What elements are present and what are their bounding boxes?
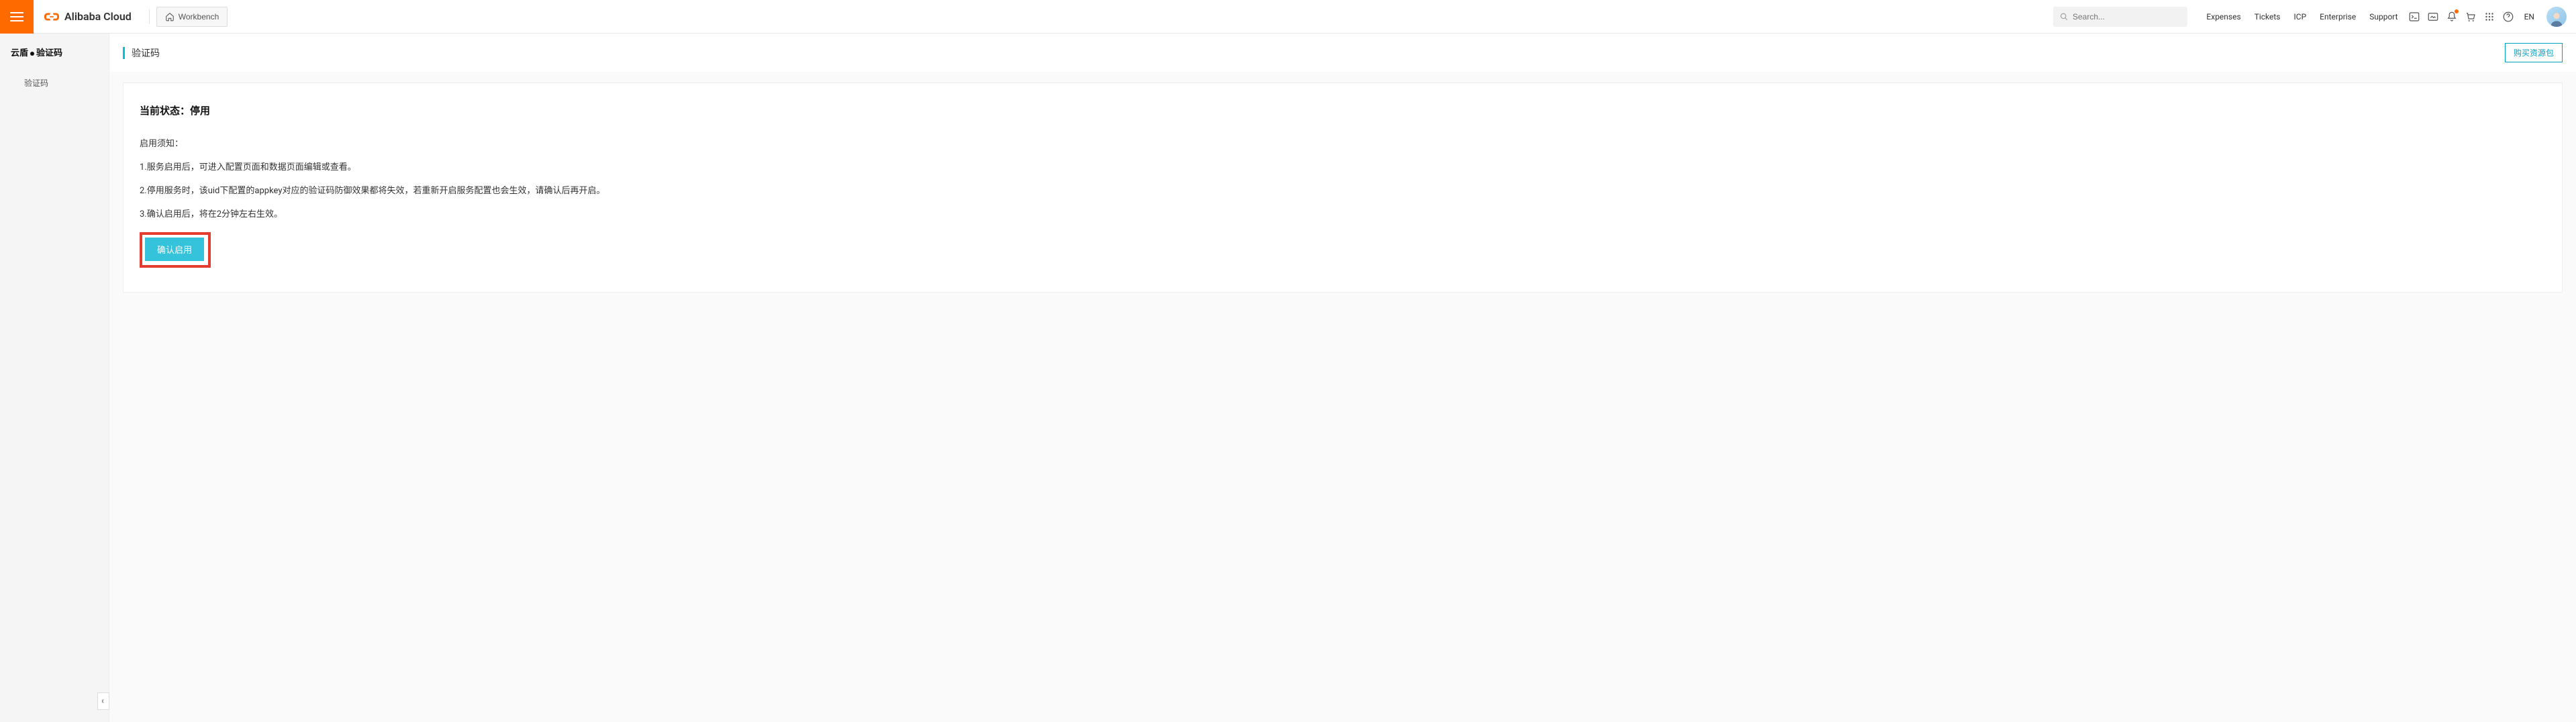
avatar-icon — [2548, 9, 2565, 27]
divider — [149, 9, 150, 24]
brand-link[interactable]: Alibaba Cloud — [34, 9, 142, 24]
sidebar-item-captcha[interactable]: 验证码 — [0, 70, 109, 95]
sidebar-collapse-button[interactable] — [97, 692, 109, 710]
hamburger-icon — [10, 12, 23, 21]
notice-item-3: 3.确认启用后，将在2分钟左右生效。 — [140, 208, 2546, 222]
nav-support[interactable]: Support — [2363, 0, 2404, 34]
image-icon — [2427, 11, 2439, 23]
page-title: 验证码 — [132, 46, 160, 60]
brand-logo-icon — [44, 9, 59, 24]
help-button[interactable] — [2499, 0, 2518, 34]
help-icon — [2502, 11, 2514, 23]
notice-heading: 启用须知： — [140, 136, 2546, 149]
apps-button[interactable] — [2480, 0, 2499, 34]
page-title-accent — [123, 47, 125, 59]
main-content: 验证码 购买资源包 当前状态：停用 启用须知： 1.服务启用后，可进入配置页面和… — [109, 34, 2576, 722]
notifications-button[interactable] — [2442, 0, 2461, 34]
cart-icon — [2465, 11, 2477, 23]
nav-icp[interactable]: ICP — [2287, 0, 2314, 34]
search-input[interactable] — [2073, 12, 2181, 21]
notice-item-1: 1.服务启用后，可进入配置页面和数据页面编辑或查看。 — [140, 161, 2546, 175]
page-header: 验证码 购买资源包 — [109, 34, 2576, 72]
buy-resource-pack-button[interactable]: 购买资源包 — [2505, 43, 2563, 62]
home-icon — [165, 12, 175, 21]
menu-toggle-button[interactable] — [0, 0, 34, 34]
cart-button[interactable] — [2461, 0, 2480, 34]
page-header-actions: 购买资源包 — [2505, 43, 2563, 62]
sidebar: 云盾验证码 验证码 — [0, 34, 109, 722]
brand-name: Alibaba Cloud — [64, 10, 132, 23]
notice-list: 1.服务启用后，可进入配置页面和数据页面编辑或查看。 2.停用服务时，该uid下… — [140, 161, 2546, 221]
confirm-enable-button[interactable]: 确认启用 — [145, 238, 204, 261]
cloud-shell-button[interactable] — [2405, 0, 2424, 34]
status-card: 当前状态：停用 启用须知： 1.服务启用后，可进入配置页面和数据页面编辑或查看。… — [123, 83, 2563, 293]
dot-separator-icon — [30, 52, 34, 56]
sidebar-title-prefix: 云盾 — [11, 48, 28, 58]
enable-button-highlight: 确认启用 — [140, 232, 211, 268]
terminal-icon — [2408, 11, 2420, 23]
user-avatar[interactable] — [2546, 7, 2567, 27]
nav-enterprise[interactable]: Enterprise — [2313, 0, 2363, 34]
nav-expenses[interactable]: Expenses — [2199, 0, 2247, 34]
sidebar-title-suffix: 验证码 — [36, 48, 62, 58]
status-value: 停用 — [190, 105, 210, 117]
screenshot-button[interactable] — [2424, 0, 2442, 34]
search-box[interactable] — [2053, 7, 2187, 27]
search-icon — [2060, 12, 2069, 21]
chevron-left-icon — [100, 698, 107, 705]
workbench-label: Workbench — [179, 12, 219, 21]
sidebar-title: 云盾验证码 — [0, 34, 109, 70]
top-bar: Alibaba Cloud Workbench Expenses Tickets… — [0, 0, 2576, 34]
grid-icon — [2483, 11, 2495, 23]
workbench-button[interactable]: Workbench — [156, 7, 228, 27]
status-label: 当前状态： — [140, 105, 190, 117]
language-selector[interactable]: EN — [2518, 12, 2541, 21]
top-right-area: Expenses Tickets ICP Enterprise Support — [2053, 0, 2576, 33]
notice-item-2: 2.停用服务时，该uid下配置的appkey对应的验证码防御效果都将失效，若重新… — [140, 185, 2546, 199]
notification-dot-icon — [2455, 9, 2459, 13]
nav-tickets[interactable]: Tickets — [2248, 0, 2287, 34]
current-status: 当前状态：停用 — [140, 103, 2546, 117]
main-layout: 云盾验证码 验证码 验证码 购买资源包 当前状态：停用 启用须知： 1.服务启用… — [0, 34, 2576, 722]
